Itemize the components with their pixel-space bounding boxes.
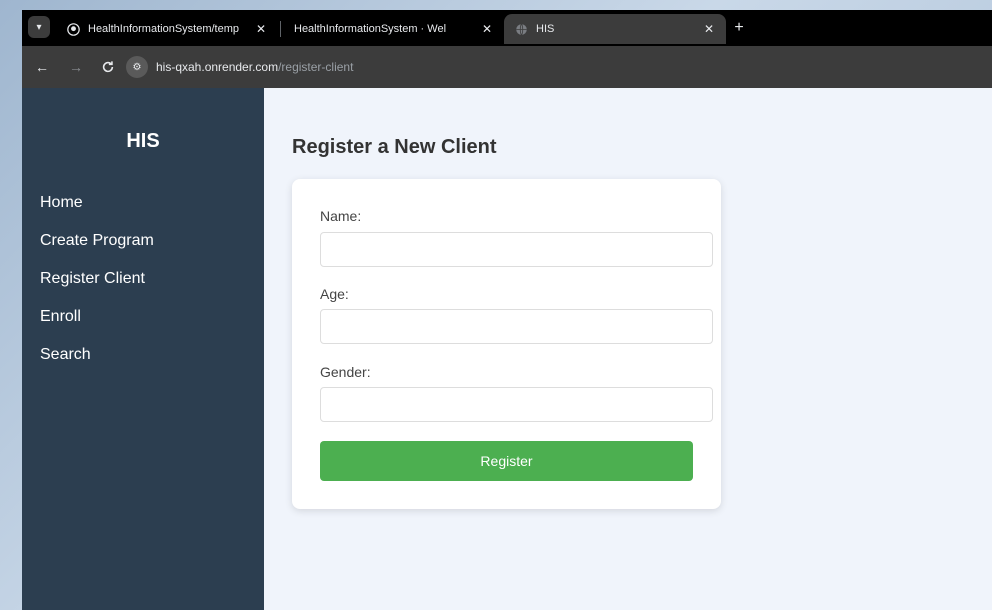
- sidebar-nav: Home Create Program Register Client Enro…: [40, 192, 154, 382]
- forward-icon[interactable]: →: [66, 57, 86, 77]
- name-input[interactable]: [320, 232, 713, 267]
- github-icon: [66, 22, 80, 36]
- new-tab-button[interactable]: +: [730, 19, 748, 37]
- age-input[interactable]: [320, 309, 713, 344]
- tab-his-active[interactable]: HIS ✕: [504, 14, 726, 44]
- tab-strip: ▾ HealthInformationSystem/temp ✕ HealthI…: [22, 10, 992, 46]
- page-content: HIS Home Create Program Register Client …: [22, 88, 992, 610]
- url-path: /register-client: [278, 60, 354, 74]
- sidebar-item-register-client[interactable]: Register Client: [40, 268, 154, 306]
- tab-title: HIS: [536, 23, 555, 35]
- url-host: his-qxah.onrender.com: [156, 60, 279, 74]
- tab-title: HealthInformationSystem · Wel: [294, 23, 447, 35]
- tab-github[interactable]: HealthInformationSystem/temp ✕: [56, 14, 278, 44]
- site-info-icon[interactable]: ⚙: [126, 56, 148, 78]
- page-title: Register a New Client: [292, 136, 497, 158]
- tab-search-icon[interactable]: ▾: [28, 16, 50, 38]
- register-form-card: Name: Age: Gender: Register: [292, 179, 721, 509]
- sidebar-item-search[interactable]: Search: [40, 344, 154, 382]
- reload-icon[interactable]: [98, 57, 118, 77]
- browser-toolbar: ← → ⚙ his-qxah.onrender.com /register-cl…: [22, 46, 992, 88]
- sidebar-item-enroll[interactable]: Enroll: [40, 306, 154, 344]
- tab-close-icon[interactable]: ✕: [480, 22, 494, 36]
- sidebar: HIS Home Create Program Register Client …: [22, 88, 264, 610]
- tab-close-icon[interactable]: ✕: [702, 22, 716, 36]
- name-label: Name:: [320, 208, 362, 224]
- sidebar-item-create-program[interactable]: Create Program: [40, 230, 154, 268]
- sidebar-brand: HIS: [126, 130, 160, 152]
- register-button[interactable]: Register: [320, 441, 693, 481]
- tab-healthinfo[interactable]: HealthInformationSystem · Wel ✕: [284, 14, 504, 44]
- globe-icon: [514, 22, 528, 36]
- tab-separator: [280, 21, 281, 37]
- tab-title: HealthInformationSystem/temp: [88, 23, 240, 35]
- address-bar[interactable]: ⚙ his-qxah.onrender.com /register-client: [126, 52, 984, 82]
- tab-close-icon[interactable]: ✕: [254, 22, 268, 36]
- age-label: Age:: [320, 286, 349, 302]
- back-icon[interactable]: ←: [32, 57, 52, 77]
- sidebar-item-home[interactable]: Home: [40, 192, 154, 230]
- gender-label: Gender:: [320, 364, 371, 380]
- browser-window: ▾ HealthInformationSystem/temp ✕ HealthI…: [22, 10, 992, 610]
- gender-input[interactable]: [320, 387, 713, 422]
